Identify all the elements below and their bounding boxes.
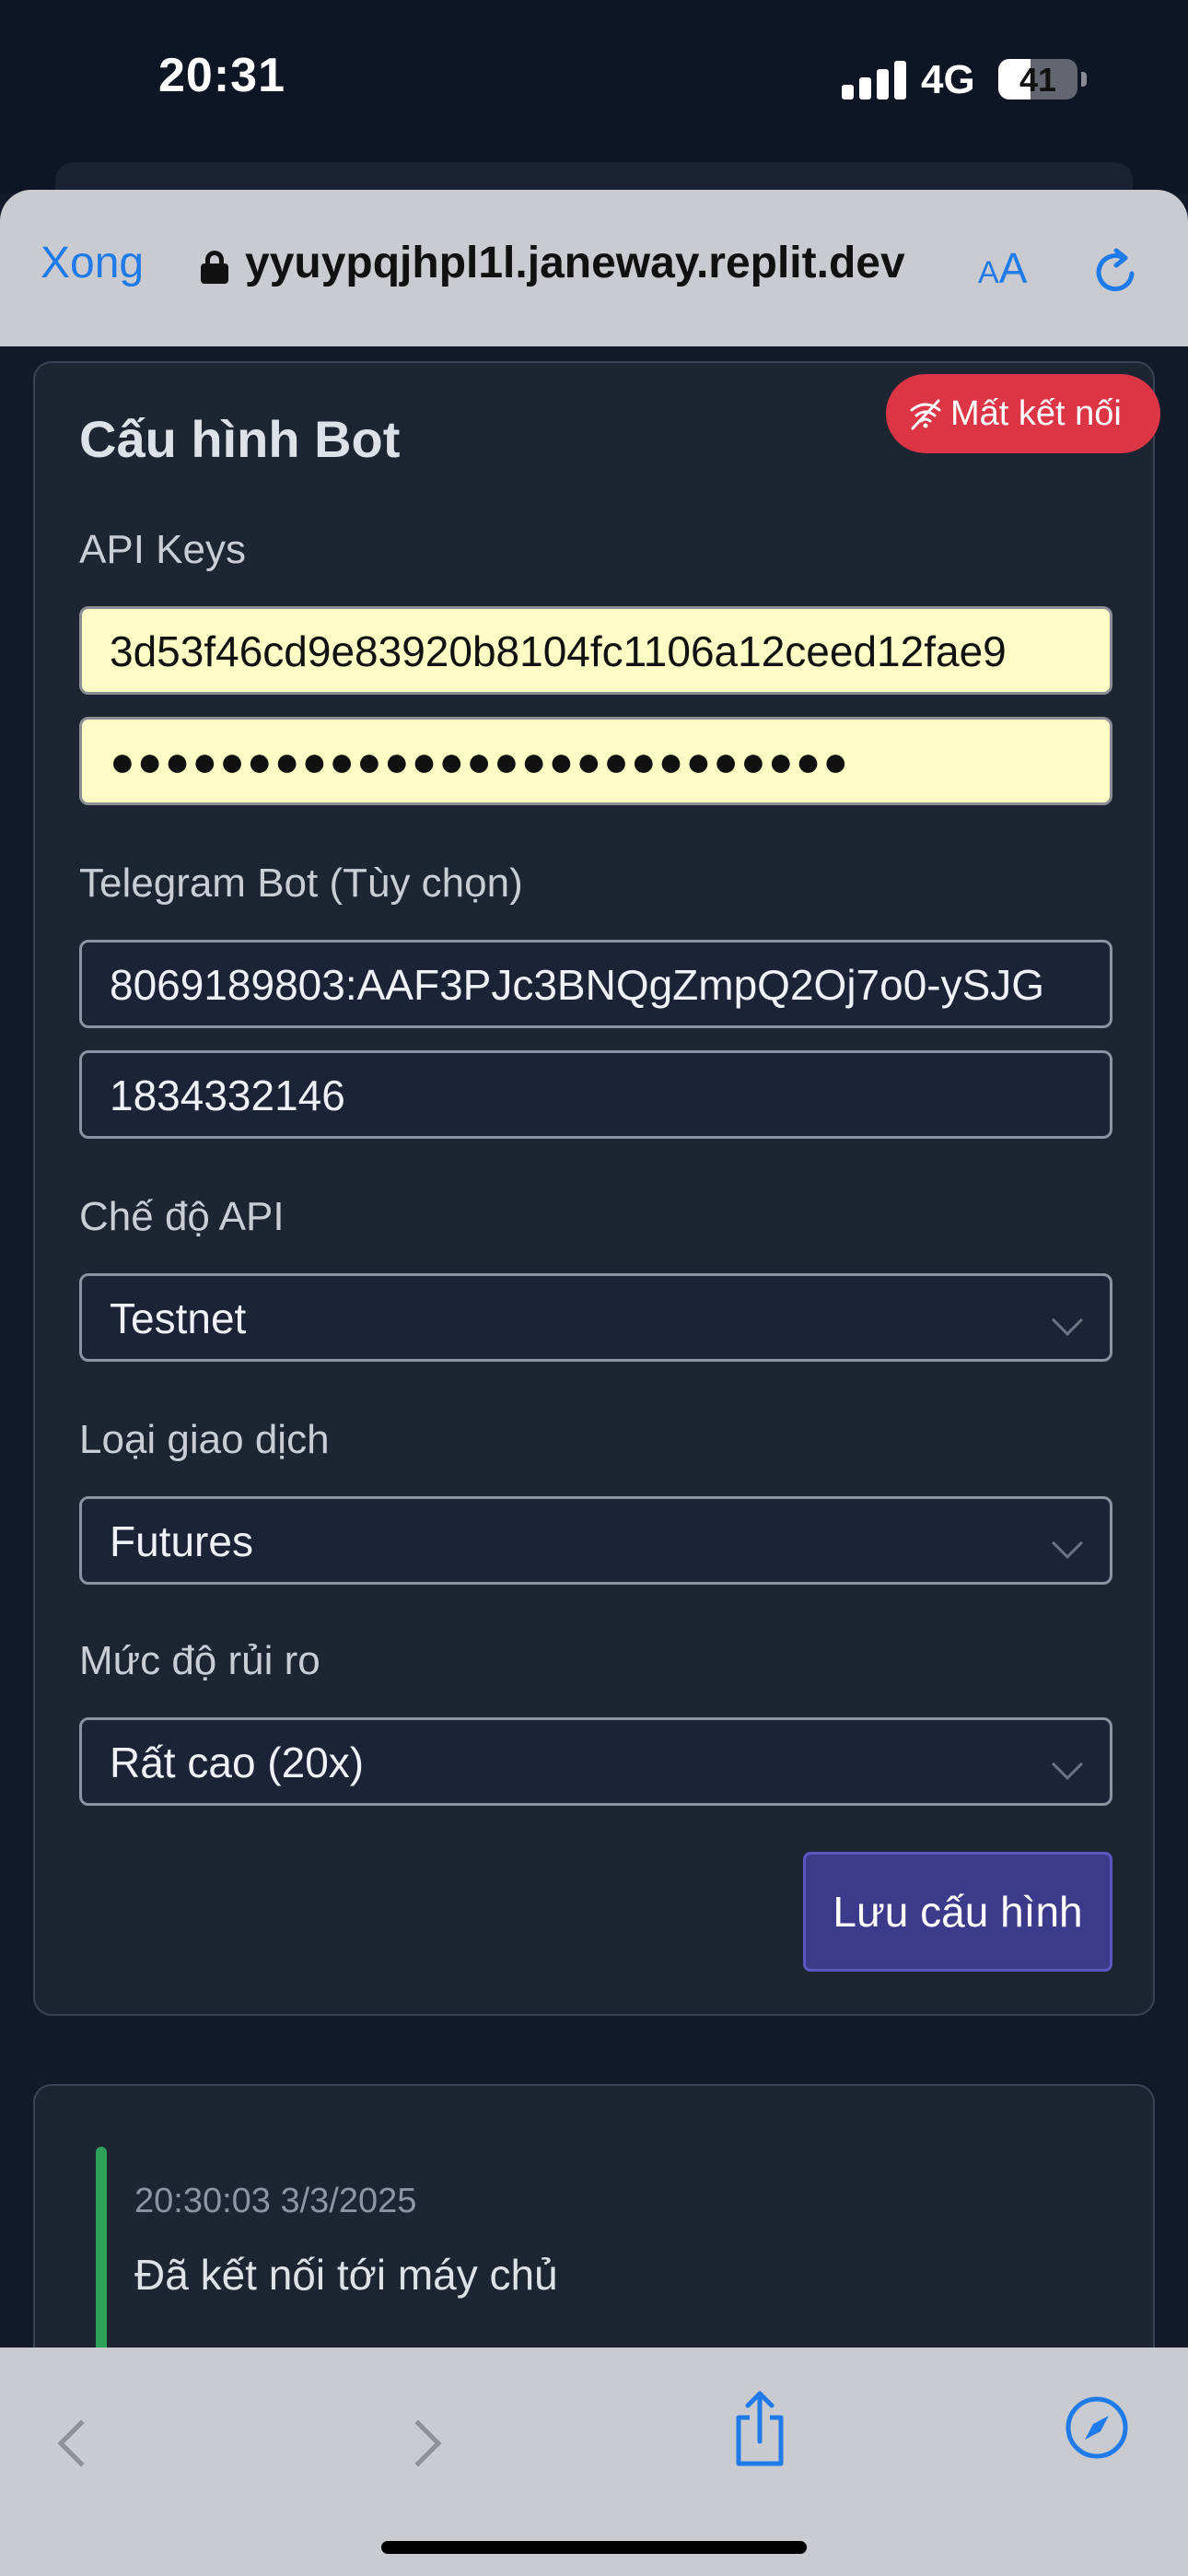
risk-level-select[interactable]: Rất cao (20x): [79, 1717, 1112, 1806]
page-title: Cấu hình Bot: [79, 410, 401, 468]
back-icon[interactable]: [57, 2419, 105, 2467]
api-mode-label: Chế độ API: [79, 1194, 285, 1239]
api-mode-select[interactable]: Testnet: [79, 1273, 1112, 1362]
share-icon[interactable]: [728, 2388, 792, 2471]
save-config-button[interactable]: Lưu cấu hình: [803, 1852, 1112, 1972]
signal-icon: [842, 59, 906, 100]
api-key-input[interactable]: 3d53f46cd9e83920b8104fc1106a12ceed12fae9: [79, 606, 1112, 695]
lock-icon: [201, 251, 228, 284]
status-time: 20:31: [158, 49, 285, 102]
reader-small-a: A: [978, 255, 999, 290]
trade-type-value: Futures: [110, 1517, 253, 1565]
reader-settings-button[interactable]: AA: [978, 243, 1027, 293]
chevron-down-icon: [1052, 1528, 1083, 1559]
battery-cap: [1081, 72, 1087, 87]
wifi-off-icon: [910, 399, 941, 430]
trade-type-label: Loại giao dịch: [79, 1417, 330, 1462]
network-type: 4G: [921, 57, 975, 102]
connection-status-badge: Mất kết nối: [886, 374, 1160, 453]
telegram-token-input[interactable]: 8069189803:AAF3PJc3BNQgZmpQ2Oj7o0-ySJG: [79, 940, 1112, 1028]
forward-icon[interactable]: [394, 2419, 442, 2467]
reader-big-a: A: [998, 244, 1028, 292]
battery-level: 41: [1019, 61, 1057, 99]
connection-status-label: Mất kết nối: [950, 394, 1122, 433]
chevron-down-icon: [1052, 1305, 1083, 1336]
address-bar[interactable]: yyuypqjhpl1l.janeway.replit.dev: [245, 238, 936, 288]
chevron-down-icon: [1052, 1749, 1083, 1780]
trade-type-select[interactable]: Futures: [79, 1496, 1112, 1585]
home-indicator: [381, 2541, 807, 2554]
api-mode-value: Testnet: [110, 1294, 247, 1342]
reload-icon[interactable]: [1089, 245, 1142, 299]
app-root: 20:31 4G 41 Xong yyuypqjhpl1l.janeway.re…: [0, 0, 1188, 2576]
done-button[interactable]: Xong: [41, 238, 144, 288]
compass-icon[interactable]: [1065, 2395, 1129, 2460]
browser-bottom-bar: [0, 2348, 1188, 2576]
api-secret-input[interactable]: ●●●●●●●●●●●●●●●●●●●●●●●●●●●: [79, 717, 1112, 805]
risk-level-value: Rất cao (20x): [110, 1739, 365, 1786]
log-time: 20:30:03 3/3/2025: [134, 2182, 417, 2220]
telegram-label: Telegram Bot (Tùy chọn): [79, 861, 523, 906]
battery-icon: 41: [998, 59, 1077, 100]
api-keys-label: API Keys: [79, 527, 246, 572]
risk-level-label: Mức độ rủi ro: [79, 1638, 320, 1683]
browser-top-bar: Xong yyuypqjhpl1l.janeway.replit.dev AA: [0, 190, 1188, 346]
config-card: Cấu hình Bot API Keys 3d53f46cd9e83920b8…: [33, 361, 1155, 2016]
log-message: Đã kết nối tới máy chủ: [134, 2251, 558, 2299]
telegram-chat-id-input[interactable]: 1834332146: [79, 1050, 1112, 1139]
